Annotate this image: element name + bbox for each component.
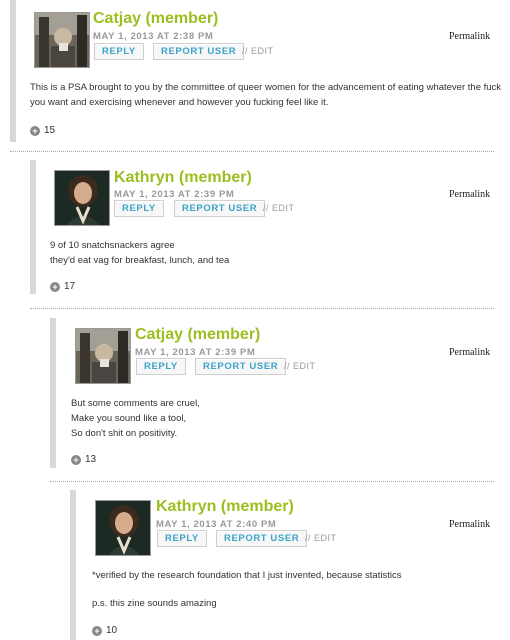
comment-4: Kathryn (member) MAY 1, 2013 AT 2:40 PM … (0, 490, 510, 640)
report-user-button[interactable]: REPORT USER (195, 358, 287, 375)
plus-icon[interactable]: + (50, 282, 60, 292)
edit-link[interactable]: // EDIT (284, 361, 316, 371)
avatar[interactable] (95, 500, 151, 556)
comment-date[interactable]: MAY 1, 2013 AT 2:39 PM (114, 189, 234, 200)
plus-icon[interactable]: + (71, 455, 81, 465)
comment-text: they'd eat vag for breakfast, lunch, and… (50, 255, 230, 266)
comment-text: 9 of 10 snatchsnackers agree (50, 240, 175, 251)
avatar-photo (35, 13, 89, 67)
comment-text: But some comments are cruel, (71, 398, 200, 409)
report-user-button[interactable]: REPORT USER (174, 200, 266, 217)
report-user-button[interactable]: REPORT USER (153, 43, 245, 60)
comment-date[interactable]: MAY 1, 2013 AT 2:38 PM (93, 31, 213, 42)
permalink-link[interactable]: Permalink (449, 31, 490, 42)
like-count-value: 13 (85, 454, 97, 465)
comment-body: *verified by the research foundation tha… (92, 568, 502, 611)
comment-3: Catjay (member) MAY 1, 2013 AT 2:39 PM R… (0, 318, 510, 473)
plus-icon[interactable]: + (92, 626, 102, 636)
thread-rail (50, 318, 56, 468)
comment-2: Kathryn (member) MAY 1, 2013 AT 2:39 PM … (0, 160, 510, 310)
comment-body: 9 of 10 snatchsnackers agree they'd eat … (50, 238, 500, 268)
avatar[interactable] (75, 328, 131, 384)
like-count[interactable]: +13 (71, 454, 96, 465)
like-count-value: 17 (64, 281, 76, 292)
comment-body: But some comments are cruel, Make you so… (71, 396, 501, 441)
reply-button[interactable]: REPLY (114, 200, 164, 217)
avatar[interactable] (34, 12, 90, 68)
permalink-link[interactable]: Permalink (449, 519, 490, 530)
comment-1: Catjay (member) MAY 1, 2013 AT 2:38 PM R… (0, 0, 510, 150)
author-name[interactable]: Kathryn (member) (114, 169, 252, 187)
comment-divider (30, 308, 494, 309)
author-name[interactable]: Catjay (member) (135, 326, 260, 344)
comment-text: p.s. this zine sounds amazing (92, 598, 217, 609)
comment-divider (50, 481, 494, 482)
report-user-button[interactable]: REPORT USER (216, 530, 308, 547)
edit-link[interactable]: // EDIT (242, 46, 274, 56)
comment-date[interactable]: MAY 1, 2013 AT 2:39 PM (135, 347, 255, 358)
author-name[interactable]: Kathryn (member) (156, 498, 294, 516)
permalink-link[interactable]: Permalink (449, 347, 490, 358)
avatar-photo (55, 171, 109, 225)
thread-rail (70, 490, 76, 640)
comment-text: So don't shit on positivity. (71, 428, 178, 439)
plus-icon[interactable]: + (30, 126, 40, 136)
like-count-value: 10 (106, 625, 118, 636)
reply-button[interactable]: REPLY (157, 530, 207, 547)
comment-body: This is a PSA brought to you by the comm… (30, 80, 502, 110)
like-count-value: 15 (44, 125, 56, 136)
edit-link[interactable]: // EDIT (305, 533, 337, 543)
like-count[interactable]: +10 (92, 625, 117, 636)
reply-button[interactable]: REPLY (136, 358, 186, 375)
comment-divider (10, 151, 494, 152)
avatar-photo (76, 329, 130, 383)
comment-text: Make you sound like a tool, (71, 413, 187, 424)
avatar-photo (96, 501, 150, 555)
author-name[interactable]: Catjay (member) (93, 10, 218, 28)
reply-button[interactable]: REPLY (94, 43, 144, 60)
thread-rail (10, 0, 16, 142)
comment-text: *verified by the research foundation tha… (92, 570, 402, 581)
like-count[interactable]: +17 (50, 281, 75, 292)
avatar[interactable] (54, 170, 110, 226)
like-count[interactable]: +15 (30, 125, 55, 136)
edit-link[interactable]: // EDIT (263, 203, 295, 213)
comment-text: This is a PSA brought to you by the comm… (30, 82, 502, 108)
thread-rail (30, 160, 36, 294)
comment-date[interactable]: MAY 1, 2013 AT 2:40 PM (156, 519, 276, 530)
comment-text (92, 583, 502, 596)
permalink-link[interactable]: Permalink (449, 189, 490, 200)
